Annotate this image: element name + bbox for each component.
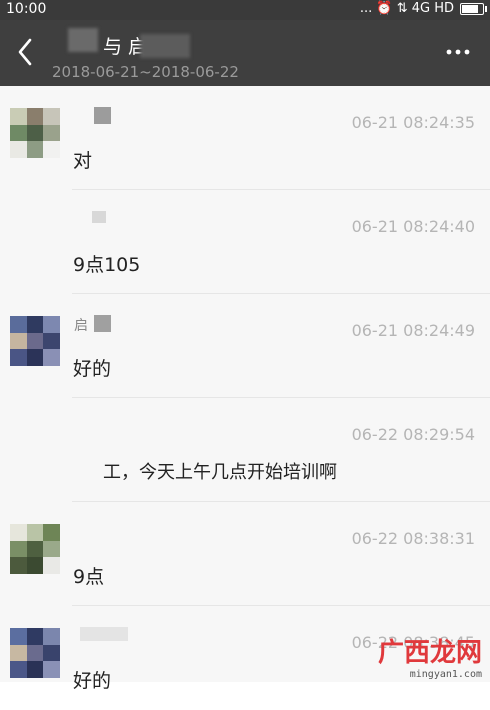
sender-name	[74, 107, 126, 125]
status-time: 10:00	[6, 1, 47, 17]
message-time: 06-22 08:29:54	[351, 425, 475, 444]
watermark-logo: 广西龙网	[377, 638, 482, 668]
message-time: 06-22 08:38:31	[351, 529, 475, 548]
battery-icon	[460, 2, 487, 15]
sender-name: 启	[74, 315, 126, 334]
message-text: 好的	[73, 670, 112, 692]
sender-name	[74, 627, 128, 645]
title-blur	[140, 34, 190, 58]
avatar	[10, 628, 60, 678]
back-arrow-icon[interactable]	[12, 36, 40, 68]
list-item[interactable]: 06-22 08:29:54 工，今天上午几点开始培训啊	[0, 398, 490, 502]
list-item[interactable]: 启 06-21 08:24:49 好的	[0, 294, 490, 398]
watermark: 广西龙网 mingyan1.com	[378, 632, 482, 680]
app-bar: 与 启 2018-06-21~2018-06-22	[0, 20, 490, 86]
message-time: 06-21 08:24:40	[351, 217, 475, 236]
title-avatar-blur	[68, 28, 98, 52]
more-dots-icon[interactable]	[444, 36, 472, 68]
list-item[interactable]: 06-21 08:24:35 对	[0, 86, 490, 190]
avatar	[10, 316, 60, 366]
list-item[interactable]: 06-22 08:38:31 9点	[0, 502, 490, 606]
status-icons: ... ⏰ ⇅ 4G HD	[359, 1, 487, 16]
avatar	[10, 108, 60, 158]
status-bar: 10:00 ... ⏰ ⇅ 4G HD	[0, 0, 490, 20]
message-time: 06-21 08:24:49	[351, 321, 475, 340]
message-time: 06-21 08:24:35	[351, 113, 475, 132]
date-range: 2018-06-21~2018-06-22	[52, 63, 239, 81]
avatar	[10, 524, 60, 574]
watermark-url: mingyan1.com	[409, 669, 482, 680]
message-text: 对	[73, 150, 93, 172]
message-text: 工，今天上午几点开始培训啊	[103, 462, 337, 483]
status-icons-text: ... ⏰ ⇅ 4G HD	[359, 1, 454, 16]
list-item[interactable]: 06-21 08:24:40 9点105	[0, 190, 490, 294]
message-text: 好的	[73, 358, 112, 380]
message-text: 9点	[73, 566, 105, 588]
message-list[interactable]: 06-21 08:24:35 对 06-21 08:24:40 9点105 启 …	[0, 86, 490, 692]
sender-name	[74, 211, 126, 229]
message-text: 9点105	[73, 254, 141, 276]
